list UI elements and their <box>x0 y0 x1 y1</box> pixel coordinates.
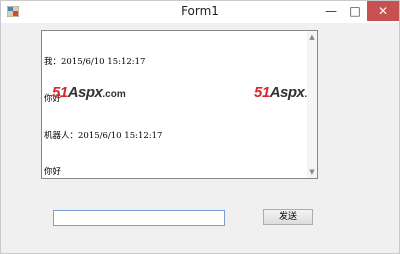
watermark-logo: 51Aspx.com <box>52 84 126 101</box>
chat-text: 我：2015/6/10 15:12:17 你好 机器人：2015/6/10 15… <box>44 32 163 178</box>
scroll-up-icon[interactable]: ▲ <box>308 33 316 41</box>
form-client-area: 我：2015/6/10 15:12:17 你好 机器人：2015/6/10 15… <box>1 23 399 253</box>
message-input[interactable] <box>53 210 225 226</box>
chat-history-textbox[interactable]: 我：2015/6/10 15:12:17 你好 机器人：2015/6/10 15… <box>41 30 318 179</box>
main-window: Form1 — □ ✕ 我：2015/6/10 15:12:17 你好 机器人：… <box>0 0 400 254</box>
maximize-button[interactable]: □ <box>343 1 367 21</box>
chat-line: 你好 <box>44 167 62 178</box>
send-button[interactable]: 发送 <box>263 209 313 225</box>
chat-line: 机器人：2015/6/10 15:12:17 <box>44 130 163 141</box>
scroll-down-icon[interactable]: ▼ <box>308 168 316 176</box>
vertical-scrollbar[interactable]: ▲ ▼ <box>307 31 317 178</box>
minimize-button[interactable]: — <box>319 1 343 21</box>
close-button[interactable]: ✕ <box>367 1 399 21</box>
chat-line: 我：2015/6/10 15:12:17 <box>44 57 146 68</box>
title-bar[interactable]: Form1 — □ ✕ <box>1 1 399 23</box>
